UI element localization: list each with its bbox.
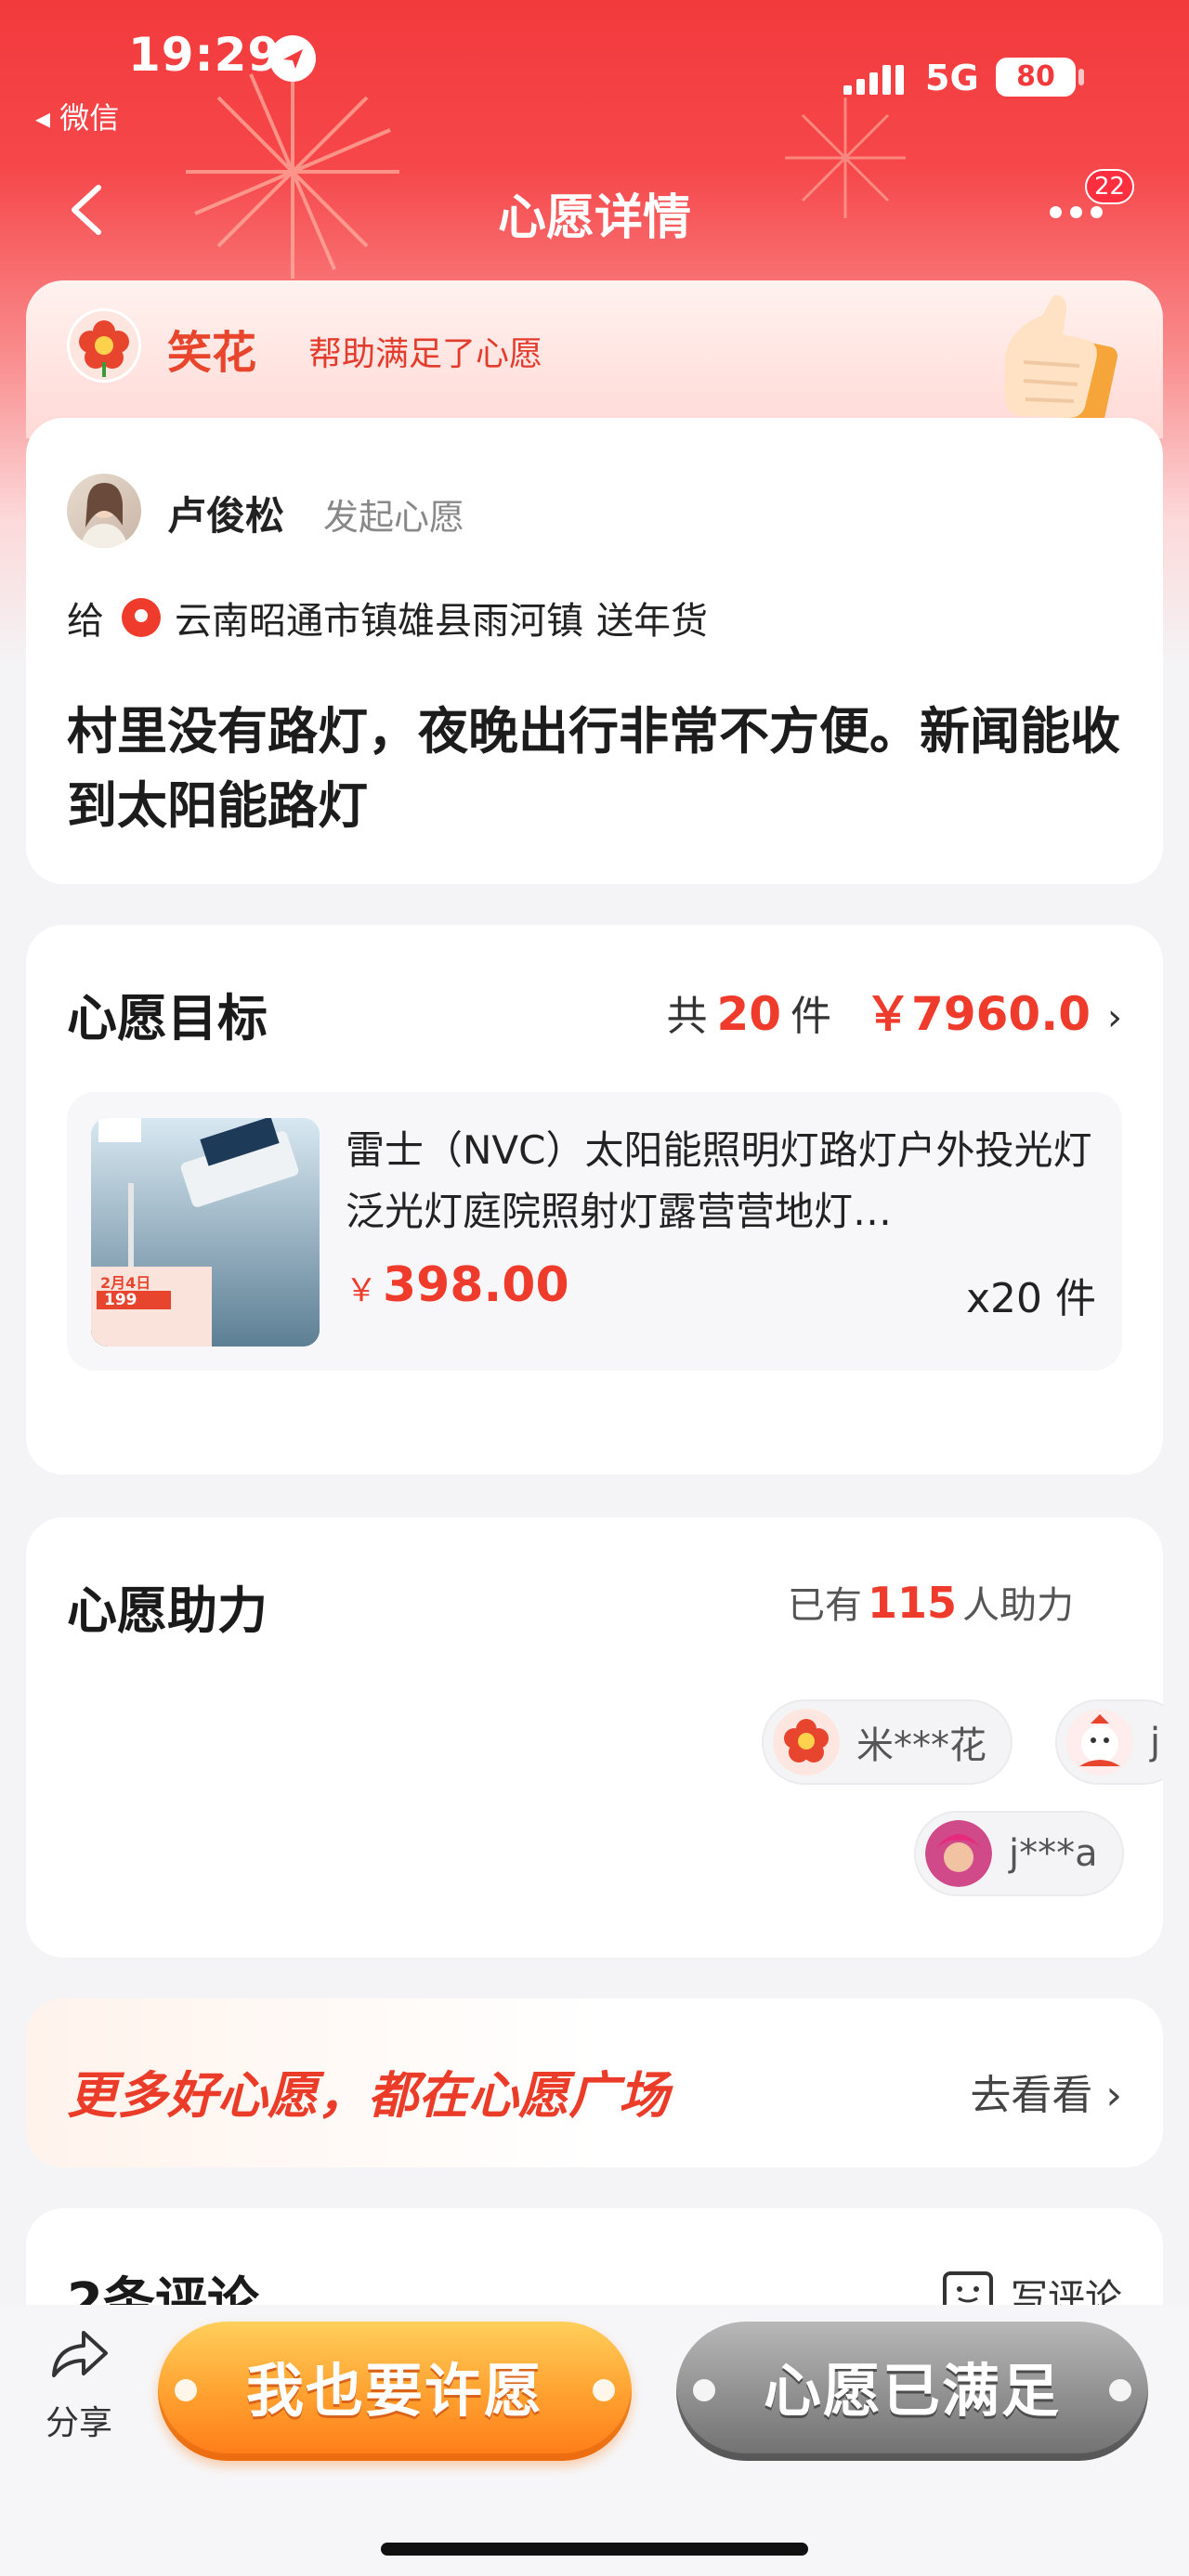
- button-dot: [593, 2379, 615, 2401]
- notification-badge: 22: [1085, 169, 1135, 204]
- status-time: 19:29: [128, 28, 281, 82]
- wish-purpose: 送年货: [596, 600, 708, 643]
- wish-goal-card: 心愿目标 共 20 件 ￥7960.0 › 2月4日 199 雷士（NVC）太阳…: [26, 925, 1163, 1475]
- product-quantity: x20 件: [965, 1275, 1096, 1322]
- avatar: [925, 1820, 992, 1887]
- back-to-app[interactable]: ◂ 微信: [35, 95, 119, 137]
- product-price-value: 398.00: [383, 1257, 569, 1313]
- supporter-chip[interactable]: j***a: [914, 1811, 1124, 1896]
- product-item[interactable]: 2月4日 199 雷士（NVC）太阳能照明灯路灯户外投光灯泛光灯庭院照射灯露营营…: [67, 1092, 1122, 1371]
- supporter-chip[interactable]: 米***花: [762, 1699, 1013, 1785]
- product-title: 雷士（NVC）太阳能照明灯路灯户外投光灯泛光灯庭院照射灯露营营地灯…: [346, 1127, 1092, 1234]
- product-image-price: 199: [104, 1291, 137, 1309]
- home-indicator: [381, 2543, 808, 2556]
- bottom-action-bar: 分享 我也要许愿 心愿已满足: [0, 2305, 1189, 2576]
- wisher-action: 发起心愿: [323, 497, 465, 538]
- assist-prefix: 已有: [787, 1584, 862, 1627]
- flower-icon: [79, 320, 129, 377]
- avatar: [773, 1709, 840, 1776]
- thumbs-up-icon: [1005, 294, 1118, 429]
- location-arrow-icon: [269, 35, 316, 82]
- signal-icon: [843, 65, 904, 95]
- chevron-right-icon: ›: [1107, 996, 1122, 1039]
- avatar[interactable]: [67, 474, 141, 548]
- network-type: 5G: [925, 58, 979, 98]
- button-dot: [693, 2379, 715, 2401]
- goal-summary[interactable]: 共 20 件 ￥7960.0 ›: [666, 977, 1122, 1044]
- goal-count-prefix: 共: [666, 993, 708, 1040]
- goal-count-unit: 件: [790, 993, 832, 1040]
- share-icon: [52, 2331, 108, 2377]
- battery-icon: 80: [996, 58, 1076, 97]
- supporter-chip[interactable]: j: [1055, 1699, 1163, 1785]
- more-icon[interactable]: [1050, 206, 1105, 221]
- product-image: 2月4日 199: [91, 1118, 320, 1347]
- location-pin-icon: [122, 598, 161, 637]
- assist-summary: 已有 115 人助力: [788, 1575, 1074, 1629]
- wish-fulfilled-label: 心愿已满足: [763, 2357, 1061, 2425]
- assist-count: 115: [867, 1578, 957, 1628]
- make-wish-button[interactable]: 我也要许愿: [158, 2322, 632, 2461]
- wish-description: 村里没有路灯，夜晚出行非常不方便。新闻能收到太阳能路灯: [67, 702, 1120, 835]
- wish-assist-card: 心愿助力 已有 115 人助力 米***花 j j***a: [26, 1517, 1163, 1958]
- wisher-name: 卢俊松: [167, 493, 285, 539]
- button-dot: [175, 2379, 197, 2401]
- plaza-link[interactable]: 去看看 ›: [970, 2062, 1122, 2121]
- wish-card: 卢俊松 发起心愿 给 云南昭通市镇雄县雨河镇 送年货 村里没有路灯，夜晚出行非常…: [26, 418, 1163, 884]
- wish-plaza-banner[interactable]: 更多好心愿，都在心愿广场 去看看 ›: [26, 1998, 1163, 2167]
- wish-fulfilled-button[interactable]: 心愿已满足: [676, 2322, 1148, 2461]
- helper-text: 帮助满足了心愿: [308, 335, 543, 373]
- supporter-name: j***a: [1009, 1832, 1098, 1875]
- plaza-text: 更多好心愿，都在心愿广场: [67, 2066, 669, 2125]
- section-title: 心愿助力: [67, 1581, 268, 1640]
- goal-count: 20: [716, 987, 782, 1041]
- helper-banner: 笑花 帮助满足了心愿: [26, 280, 1163, 438]
- status-bar: 19:29 ◂ 微信 5G 80: [0, 0, 1189, 139]
- wish-recipient: 给 云南昭通市镇雄县雨河镇 送年货: [67, 591, 708, 644]
- section-title: 心愿目标: [67, 989, 268, 1047]
- currency-symbol: ￥: [346, 1272, 377, 1309]
- helper-avatar[interactable]: [67, 308, 141, 383]
- product-image-text: 2月4日: [100, 1274, 151, 1292]
- product-price: ￥ 398.00: [346, 1257, 569, 1313]
- share-label: 分享: [45, 2404, 112, 2442]
- battery-tip: [1078, 69, 1084, 85]
- button-dot: [1109, 2379, 1131, 2401]
- wish-location: 云南昭通市镇雄县雨河镇: [175, 600, 583, 643]
- page-title: 心愿详情: [497, 190, 691, 246]
- make-wish-label: 我也要许愿: [245, 2357, 543, 2425]
- goal-total: ￥7960.0: [865, 987, 1091, 1041]
- supporter-name: j: [1150, 1721, 1161, 1763]
- supporter-name: 米***花: [856, 1724, 986, 1767]
- helper-name: 笑花: [167, 327, 257, 379]
- avatar: [1066, 1709, 1133, 1776]
- wish-to-prefix: 给: [67, 600, 104, 643]
- share-button[interactable]: 分享: [37, 2325, 121, 2444]
- assist-suffix: 人助力: [962, 1584, 1074, 1627]
